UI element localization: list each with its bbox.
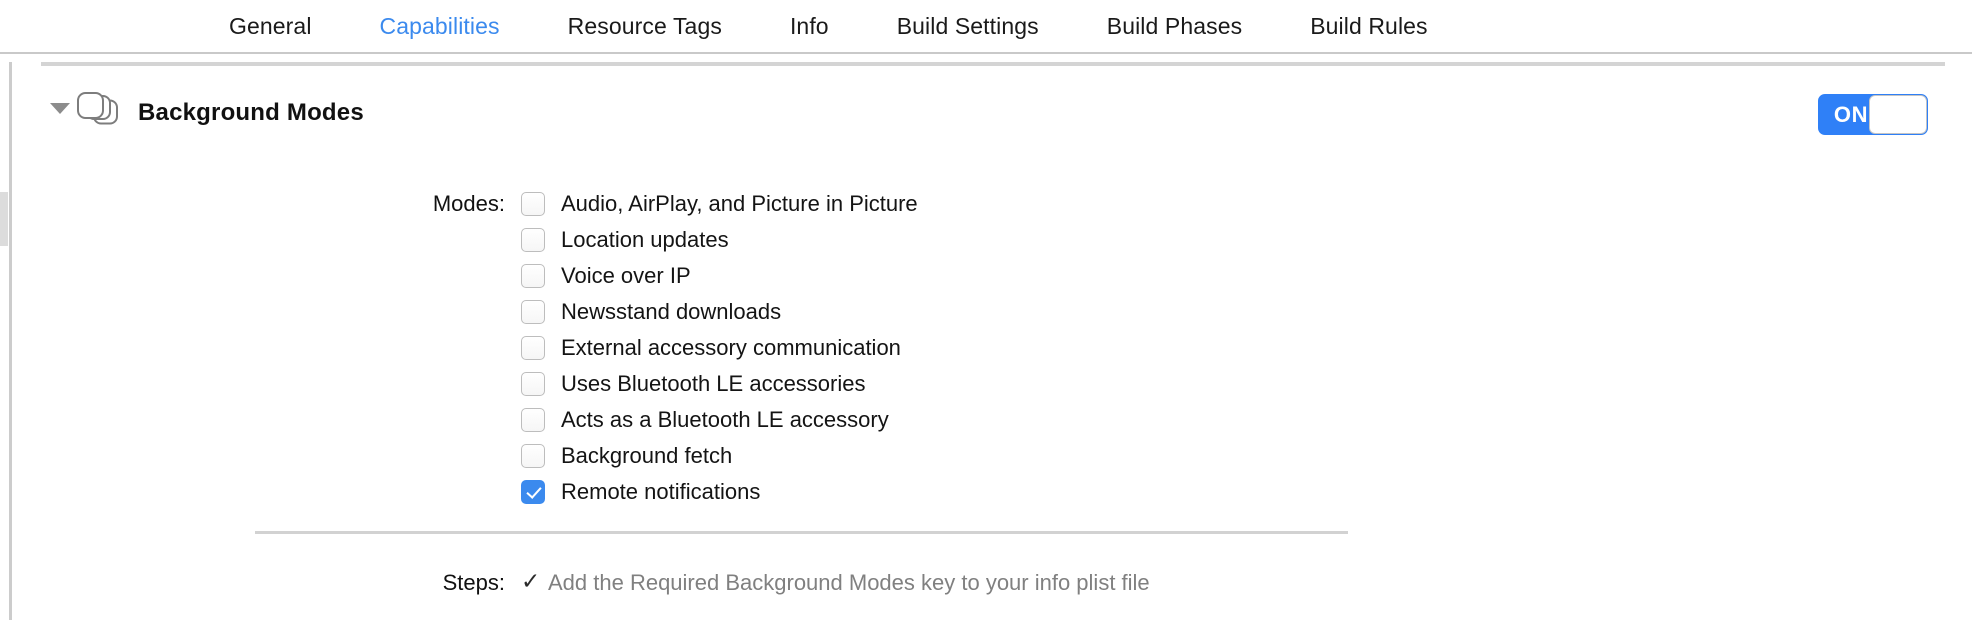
mode-label: Location updates (561, 227, 729, 252)
project-editor-tab-bar: General Capabilities Resource Tags Info … (0, 0, 1972, 54)
mode-row-location-updates[interactable]: Location updates (521, 222, 918, 258)
capability-header-background-modes[interactable]: Background Modes (41, 78, 1945, 130)
mode-label: Voice over IP (561, 263, 691, 288)
tab-build-rules[interactable]: Build Rules (1310, 13, 1427, 40)
tab-capabilities[interactable]: Capabilities (380, 13, 500, 40)
mode-label: Newsstand downloads (561, 299, 782, 324)
checkbox-remote-notifications[interactable] (521, 480, 545, 504)
mode-label: Background fetch (561, 443, 733, 468)
capability-toggle-switch[interactable]: ON (1818, 94, 1928, 135)
tab-general[interactable]: General (229, 13, 312, 40)
capability-title: Background Modes (138, 99, 364, 126)
checkbox-location-updates[interactable] (521, 228, 545, 252)
mode-label: Uses Bluetooth LE accessories (561, 371, 866, 396)
mode-row-external-accessory-communication[interactable]: External accessory communication (521, 330, 918, 366)
mode-row-background-fetch[interactable]: Background fetch (521, 438, 918, 474)
mode-label: External accessory communication (561, 335, 901, 360)
mode-label: Audio, AirPlay, and Picture in Picture (561, 191, 918, 216)
checkbox-audio-airplay-picture-in-picture[interactable] (521, 192, 545, 216)
toggle-knob[interactable] (1869, 95, 1927, 134)
tab-list: General Capabilities Resource Tags Info … (229, 0, 1428, 52)
mode-row-audio-airplay-picture-in-picture[interactable]: Audio, AirPlay, and Picture in Picture (521, 186, 918, 222)
mode-label: Remote notifications (561, 479, 761, 504)
mode-row-voice-over-ip[interactable]: Voice over IP (521, 258, 918, 294)
mode-row-uses-bluetooth-le-accessories[interactable]: Uses Bluetooth LE accessories (521, 366, 918, 402)
step-complete-check-icon: ✓ (521, 568, 541, 594)
mode-row-remote-notifications[interactable]: Remote notifications (521, 474, 918, 510)
tab-resource-tags[interactable]: Resource Tags (568, 13, 722, 40)
modes-checkbox-list: Audio, AirPlay, and Picture in Picture L… (521, 186, 918, 510)
navigator-divider (9, 62, 12, 620)
checkbox-background-fetch[interactable] (521, 444, 545, 468)
mode-row-newsstand-downloads[interactable]: Newsstand downloads (521, 294, 918, 330)
tab-build-settings[interactable]: Build Settings (897, 13, 1039, 40)
tab-build-phases[interactable]: Build Phases (1107, 13, 1242, 40)
stacked-cards-icon (74, 90, 126, 134)
mode-label: Acts as a Bluetooth LE accessory (561, 407, 889, 432)
checkbox-uses-bluetooth-le-accessories[interactable] (521, 372, 545, 396)
section-divider (255, 531, 1348, 534)
triangle-down-icon[interactable] (50, 103, 70, 114)
tab-info[interactable]: Info (790, 13, 829, 40)
steps-field-label: Steps: (442, 570, 505, 595)
mode-row-acts-as-a-bluetooth-le-accessory[interactable]: Acts as a Bluetooth LE accessory (521, 402, 918, 438)
modes-field-label: Modes: (432, 191, 505, 216)
checkbox-newsstand-downloads[interactable] (521, 300, 545, 324)
step-description: Add the Required Background Modes key to… (548, 570, 1150, 595)
checkbox-acts-as-a-bluetooth-le-accessory[interactable] (521, 408, 545, 432)
checkbox-external-accessory-communication[interactable] (521, 336, 545, 360)
navigator-scrollbar-thumb[interactable] (0, 192, 8, 246)
checkbox-voice-over-ip[interactable] (521, 264, 545, 288)
panel-top-divider (41, 62, 1945, 66)
